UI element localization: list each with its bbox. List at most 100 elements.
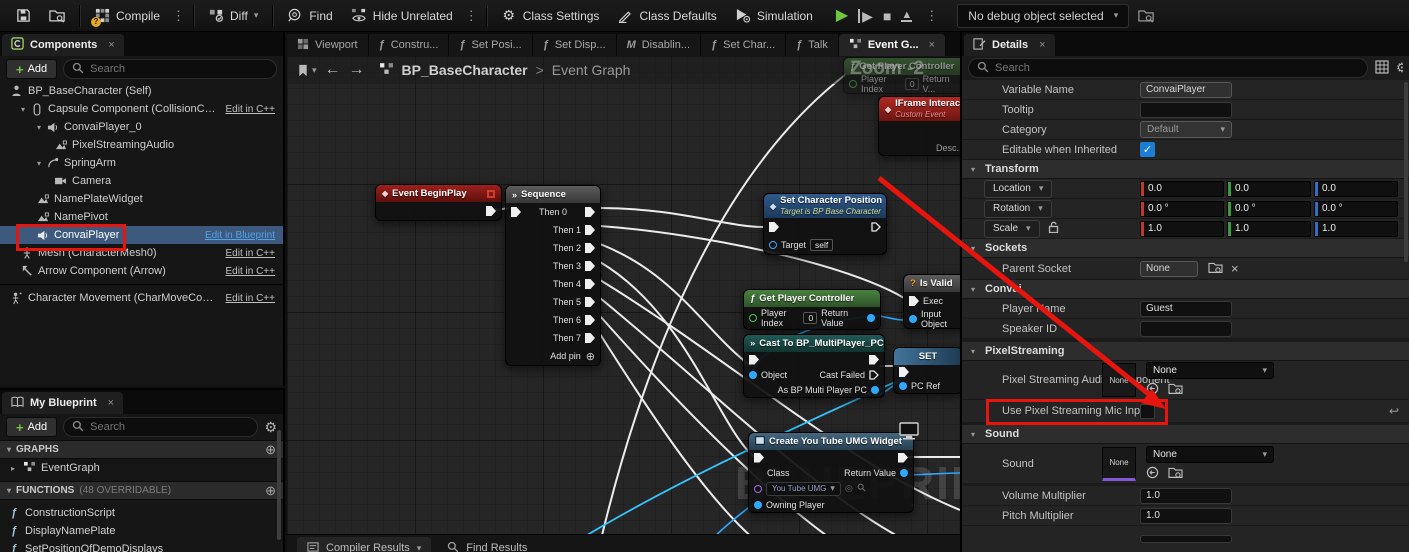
rotation-z-field[interactable]: 0.0 ° <box>1314 201 1398 217</box>
debug-object-dropdown[interactable]: No debug object selected▾ <box>957 4 1129 28</box>
variable-name-input[interactable] <box>1140 82 1232 98</box>
rotation-x-field[interactable]: 0.0 ° <box>1140 201 1224 217</box>
location-x-field[interactable]: 0.0 <box>1140 181 1224 197</box>
play-button[interactable]: ▶ <box>836 8 848 24</box>
return-value-pin[interactable] <box>900 469 908 477</box>
return-value-pin[interactable] <box>867 314 875 322</box>
audio-component-thumbnail[interactable]: None <box>1102 363 1136 397</box>
function-row-constructionscript[interactable]: ƒConstructionScript <box>0 504 283 522</box>
node-create-youtube-umg-widget[interactable]: Create You Tube UMG Widget ClassReturn V… <box>748 432 914 513</box>
scale-lock-icon[interactable] <box>1048 221 1059 236</box>
save-button[interactable] <box>6 3 40 29</box>
component-row-namepivot[interactable]: NamePivot <box>0 208 283 226</box>
tab-set-character[interactable]: ƒSet Char... <box>701 34 786 56</box>
browse-socket-icon[interactable] <box>1208 261 1223 277</box>
node-cast-to-bp-multiplayer-pc[interactable]: »Cast To BP_MultiPlayer_PC ObjectCast Fa… <box>743 334 885 398</box>
then6-pin[interactable] <box>585 315 595 325</box>
sound-thumbnail[interactable]: None <box>1102 447 1136 481</box>
component-row-pixelstreamingaudio[interactable]: PixelStreamingAudio <box>0 136 283 154</box>
player-name-input[interactable] <box>1140 301 1232 317</box>
details-scrollbar[interactable] <box>1404 82 1408 262</box>
sound-dropdown[interactable]: None▾ <box>1146 446 1274 463</box>
component-row-nameplatewidget[interactable]: NamePlateWidget <box>0 190 283 208</box>
my-blueprint-scrollbar[interactable] <box>277 430 281 540</box>
nav-forward-button[interactable]: → <box>349 61 365 79</box>
scale-z-field[interactable]: 1.0 <box>1314 221 1398 237</box>
component-row-capsule[interactable]: ▾Capsule Component (CollisionCylinder)Ed… <box>0 100 283 118</box>
class-settings-button[interactable]: ⚙ Class Settings <box>492 3 609 29</box>
display-filter-icon[interactable] <box>1375 60 1389 77</box>
expander-icon[interactable]: ▾ <box>18 105 28 114</box>
tab-details[interactable]: Details × <box>964 34 1055 56</box>
frame-skip-button[interactable]: ▶ <box>858 9 873 23</box>
browse-asset-icon[interactable] <box>1168 382 1183 398</box>
stop-button[interactable]: ■ <box>883 9 891 23</box>
class-pin[interactable] <box>754 485 762 493</box>
function-row-displaynameplate[interactable]: ƒDisplayNamePlate <box>0 522 283 540</box>
editable-checkbox[interactable]: ✓ <box>1140 142 1155 157</box>
my-blueprint-search-input[interactable] <box>90 421 249 433</box>
details-search-input[interactable] <box>995 62 1359 74</box>
object-pin[interactable] <box>749 371 757 379</box>
expander-icon[interactable]: ▸ <box>8 464 18 473</box>
exec-in-pin[interactable] <box>909 296 919 306</box>
location-y-field[interactable]: 0.0 <box>1227 181 1311 197</box>
owning-player-pin[interactable] <box>754 501 762 509</box>
find-button[interactable]: Find <box>278 3 341 29</box>
exec-in-pin[interactable] <box>754 453 764 463</box>
then7-pin[interactable] <box>585 333 595 343</box>
add-component-button[interactable]: +Add <box>6 59 57 79</box>
eject-button[interactable]: ▲ <box>901 10 912 22</box>
tab-viewport[interactable]: Viewport <box>287 34 369 56</box>
edit-in-cpp-link[interactable]: Edit in C++ <box>220 248 275 259</box>
my-blueprint-search[interactable] <box>63 417 258 437</box>
components-search-input[interactable] <box>90 63 268 75</box>
tab-set-display[interactable]: ƒSet Disp... <box>533 34 617 56</box>
functions-section-header[interactable]: ▾FUNCTIONS(48 OVERRIDABLE)⊕ <box>0 481 283 500</box>
location-z-field[interactable]: 0.0 <box>1314 181 1398 197</box>
edit-in-cpp-link[interactable]: Edit in C++ <box>220 266 275 277</box>
node-get-player-controller-ghost[interactable]: ƒGet Player Controller Player Index0Retu… <box>843 57 960 94</box>
exec-out-pin[interactable] <box>869 355 879 365</box>
add-blueprint-item-button[interactable]: +Add <box>6 417 57 437</box>
close-icon[interactable]: × <box>929 39 935 51</box>
sockets-section-header[interactable]: ▾Sockets <box>962 239 1409 258</box>
pitch-multiplier-input[interactable] <box>1140 508 1232 524</box>
gear-icon[interactable]: ⚙ <box>264 419 277 436</box>
tab-disabling[interactable]: MDisablin... <box>617 34 701 56</box>
component-row-mesh[interactable]: Mesh (CharacterMesh0)Edit in C++ <box>0 244 283 262</box>
graphs-section-header[interactable]: ▾GRAPHS⊕ <box>0 440 283 459</box>
volume-multiplier-input[interactable] <box>1140 488 1232 504</box>
scale-x-field[interactable]: 1.0 <box>1140 221 1224 237</box>
location-mode-dropdown[interactable]: Location▾ <box>984 180 1052 198</box>
tab-talk[interactable]: ƒTalk <box>786 34 839 56</box>
sound-section-header[interactable]: ▾Sound <box>962 425 1409 444</box>
use-selected-icon[interactable] <box>1146 382 1159 398</box>
edit-in-cpp-link[interactable]: Edit in C++ <box>220 293 275 304</box>
exec-in-pin[interactable] <box>769 222 779 232</box>
audio-component-dropdown[interactable]: None▾ <box>1146 362 1274 379</box>
parent-socket-field[interactable]: None <box>1140 261 1198 277</box>
exec-out-pin[interactable] <box>486 206 496 216</box>
exec-out-pin[interactable] <box>898 453 908 463</box>
play-options-button[interactable]: ⋮ <box>922 8 941 24</box>
node-set-pc-ref[interactable]: SET PC Ref <box>893 347 960 394</box>
tab-set-position[interactable]: ƒSet Posi... <box>449 34 532 56</box>
mic-input-checkbox[interactable] <box>1140 404 1155 419</box>
view-options-icon[interactable]: ⚙ <box>1396 60 1403 76</box>
class-defaults-button[interactable]: Class Defaults <box>608 3 725 29</box>
transform-section-header[interactable]: ▾Transform <box>962 160 1409 179</box>
player-index-value[interactable]: 0 <box>905 78 919 90</box>
component-row-springarm[interactable]: ▾SpringArm <box>0 154 283 172</box>
cast-failed-pin[interactable] <box>869 370 879 380</box>
tab-my-blueprint[interactable]: My Blueprint × <box>2 392 123 414</box>
pc-ref-pin[interactable] <box>899 382 907 390</box>
exec-out-pin[interactable] <box>871 222 881 232</box>
node-iframe-interaction[interactable]: ◆IFrame Interac...Custom Event Desc... <box>878 96 960 156</box>
node-event-beginplay[interactable]: ◆Event BeginPlay <box>375 184 502 221</box>
tooltip-input[interactable] <box>1140 102 1232 118</box>
close-icon[interactable]: × <box>108 397 114 409</box>
add-function-button[interactable]: ⊕ <box>265 483 276 499</box>
scale-y-field[interactable]: 1.0 <box>1227 221 1311 237</box>
tab-event-graph[interactable]: Event G...× <box>839 34 946 56</box>
